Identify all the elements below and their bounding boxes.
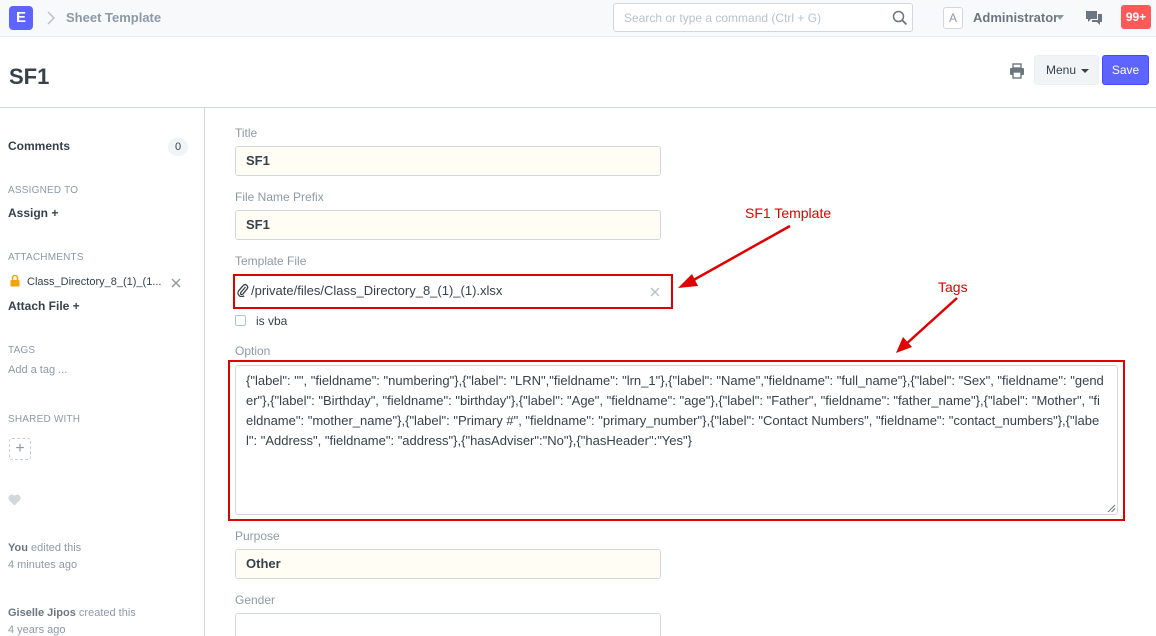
chevron-right-icon — [47, 11, 56, 25]
shared-with-heading: SHARED WITH — [8, 414, 81, 425]
add-tag-link[interactable]: Add a tag ... — [8, 364, 67, 376]
navbar: E Sheet Template Search or type a comman… — [0, 0, 1156, 37]
template-file-label: Template File — [235, 254, 307, 268]
menu-button[interactable]: Menu — [1034, 55, 1099, 85]
save-button[interactable]: Save — [1102, 55, 1149, 85]
template-file-field[interactable]: /private/files/Class_Directory_8_(1)_(1)… — [233, 274, 673, 309]
activity-time: 4 years ago — [8, 624, 66, 636]
close-icon[interactable] — [649, 286, 661, 298]
breadcrumb[interactable]: Sheet Template — [66, 10, 161, 25]
purpose-label: Purpose — [235, 529, 280, 543]
template-file-path[interactable]: /private/files/Class_Directory_8_(1)_(1)… — [251, 283, 502, 298]
search-input[interactable]: Search or type a command (Ctrl + G) — [613, 3, 913, 32]
user-menu[interactable]: Administrator — [973, 10, 1058, 25]
assign-button[interactable]: Assign + — [8, 206, 58, 220]
is-vba-label: is vba — [256, 314, 288, 328]
option-textarea[interactable]: {"label": "", "fieldname": "numbering"},… — [235, 365, 1118, 515]
file-name-prefix-field[interactable]: SF1 — [235, 210, 661, 240]
tags-heading: TAGS — [8, 345, 36, 356]
title-field[interactable]: SF1 — [235, 146, 661, 176]
printer-icon[interactable] — [1009, 63, 1025, 79]
caret-down-icon[interactable] — [1056, 15, 1064, 20]
caret-down-icon — [1081, 69, 1089, 73]
purpose-field[interactable]: Other — [235, 549, 661, 579]
attachment-link[interactable]: Class_Directory_8_(1)_(1... — [27, 276, 167, 288]
title-label: Title — [235, 126, 258, 140]
notifications-badge[interactable]: 99+ — [1121, 5, 1151, 29]
activity-action: edited this — [27, 542, 82, 554]
gender-field[interactable] — [235, 613, 661, 636]
file-name-prefix-label: File Name Prefix — [235, 190, 324, 204]
annotation-sf1-template: SF1 Template — [745, 205, 832, 221]
add-share-button[interactable]: + — [9, 438, 31, 460]
app-logo[interactable]: E — [9, 6, 33, 30]
close-icon[interactable] — [170, 277, 182, 289]
activity-item: Giselle Jipos created this — [8, 607, 136, 619]
activity-action: created this — [75, 607, 136, 619]
heart-icon[interactable] — [8, 494, 21, 506]
page-head: SF1 Menu Save — [0, 37, 1156, 108]
gender-label: Gender — [235, 593, 276, 607]
sidebar-divider — [204, 108, 205, 636]
search-placeholder: Search or type a command (Ctrl + G) — [624, 11, 822, 25]
activity-actor[interactable]: You — [8, 542, 28, 554]
menu-button-label: Menu — [1046, 63, 1077, 77]
page-title: SF1 — [9, 64, 50, 89]
resize-handle-icon[interactable] — [1106, 503, 1116, 513]
comments-link[interactable]: Comments — [8, 139, 70, 153]
option-label: Option — [235, 344, 271, 358]
paperclip-icon — [237, 284, 249, 297]
lock-icon — [10, 275, 20, 287]
avatar[interactable]: A — [943, 7, 963, 29]
attach-file-button[interactable]: Attach File + — [8, 299, 80, 313]
comments-count-badge: 0 — [168, 138, 188, 156]
attachments-heading: ATTACHMENTS — [8, 252, 84, 263]
search-icon[interactable] — [892, 10, 908, 26]
assigned-to-heading: ASSIGNED TO — [8, 185, 79, 196]
activity-actor[interactable]: Giselle Jipos — [8, 607, 76, 619]
activity-time: 4 minutes ago — [8, 559, 78, 571]
is-vba-checkbox[interactable] — [235, 315, 246, 326]
chat-icon[interactable] — [1085, 10, 1103, 26]
annotation-tags: Tags — [938, 279, 968, 295]
activity-item: You edited this — [8, 542, 81, 554]
